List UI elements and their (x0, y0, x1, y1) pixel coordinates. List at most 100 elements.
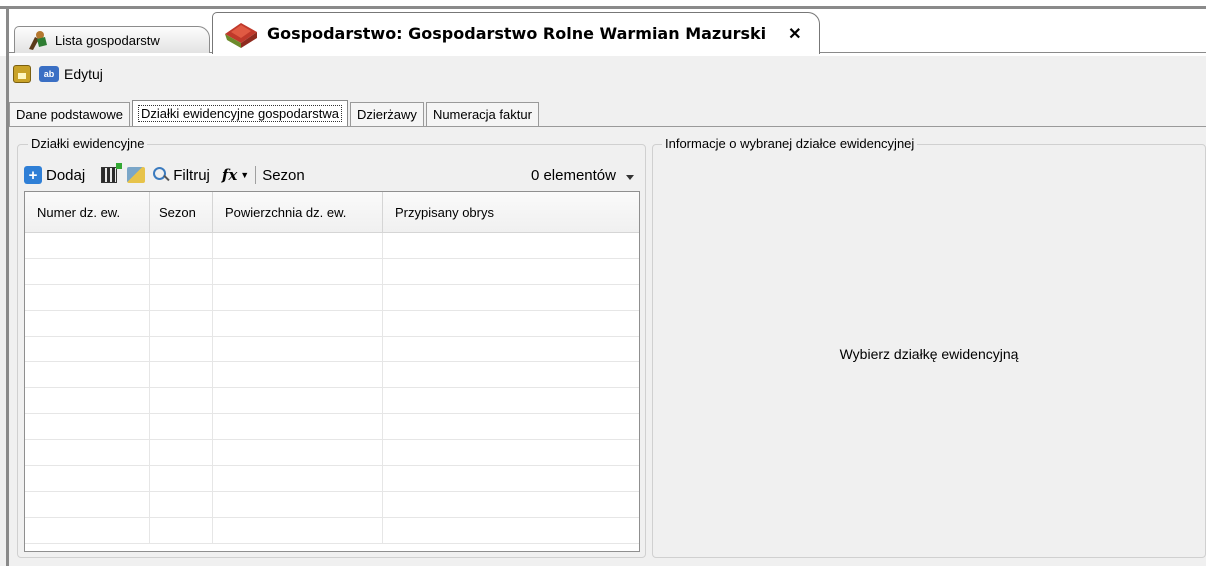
tab-leases-label: Dzierżawy (356, 107, 417, 122)
fx-icon[interactable]: fx (222, 166, 237, 184)
table-cell[interactable] (383, 362, 639, 387)
table-cell[interactable] (213, 466, 383, 491)
main-toolbar: ab Edytuj (9, 56, 1206, 92)
tab-farm-detail[interactable]: Gospodarstwo: Gospodarstwo Rolne Warmian… (212, 12, 820, 54)
table-cell[interactable] (25, 466, 150, 491)
window-top-border (0, 6, 1206, 9)
table-cell[interactable] (25, 517, 150, 543)
toolbar-separator (255, 166, 257, 184)
parcels-grid[interactable]: Numer dz. ew. Sezon Powierzchnia dz. ew.… (24, 191, 640, 552)
table-cell[interactable] (383, 388, 639, 413)
table-row[interactable] (25, 414, 639, 441)
table-cell[interactable] (25, 336, 150, 362)
tab-invoice-numbering-label: Numeracja faktur (432, 107, 532, 122)
table-cell[interactable] (383, 259, 639, 284)
table-cell[interactable] (25, 284, 150, 310)
columns-icon[interactable] (101, 163, 123, 183)
search-icon[interactable] (153, 167, 169, 183)
table-cell[interactable] (213, 258, 383, 284)
table-cell[interactable] (25, 440, 150, 466)
table-cell[interactable] (213, 440, 383, 466)
add-button[interactable]: Dodaj (46, 167, 85, 184)
table-cell[interactable] (383, 285, 639, 310)
edit-button[interactable]: ab Edytuj (39, 66, 103, 82)
table-cell[interactable] (25, 362, 150, 388)
table-cell[interactable] (25, 310, 150, 336)
table-cell[interactable] (150, 310, 213, 336)
table-cell[interactable] (383, 440, 639, 465)
grid-body (25, 233, 639, 544)
filter-button[interactable]: Filtruj (173, 167, 210, 184)
toolbar-overflow-icon[interactable] (626, 169, 634, 181)
table-cell[interactable] (150, 258, 213, 284)
table-cell[interactable] (383, 466, 639, 491)
column-header-season[interactable]: Sezon (150, 192, 213, 232)
tab-leases[interactable]: Dzierżawy (349, 102, 424, 126)
tab-parcels[interactable]: Działki ewidencyjne gospodarstwa (131, 100, 348, 126)
table-cell[interactable] (213, 517, 383, 543)
table-cell[interactable] (25, 233, 150, 258)
table-cell[interactable] (150, 388, 213, 414)
table-row[interactable] (25, 440, 639, 467)
tab-invoice-numbering[interactable]: Numeracja faktur (425, 102, 539, 126)
farmer-icon (29, 31, 47, 50)
column-header-area[interactable]: Powierzchnia dz. ew. (213, 192, 383, 232)
table-cell[interactable] (383, 233, 639, 258)
tab-farm-list[interactable]: Lista gospodarstw (14, 26, 210, 53)
close-icon[interactable]: ✕ (788, 24, 801, 44)
table-row[interactable] (25, 233, 639, 259)
table-cell[interactable] (383, 337, 639, 362)
table-cell[interactable] (150, 336, 213, 362)
chevron-down-icon[interactable]: ▼ (240, 170, 249, 180)
table-row[interactable] (25, 336, 639, 363)
table-cell[interactable] (213, 388, 383, 414)
table-cell[interactable] (150, 414, 213, 440)
select-parcel-placeholder: Wybierz działkę ewidencyjną (839, 346, 1019, 362)
table-cell[interactable] (213, 284, 383, 310)
table-cell[interactable] (150, 517, 213, 543)
tab-basic-data[interactable]: Dane podstawowe (9, 102, 130, 126)
table-cell[interactable] (150, 440, 213, 466)
table-row[interactable] (25, 284, 639, 311)
table-cell[interactable] (150, 491, 213, 517)
column-header-boundary[interactable]: Przypisany obrys (383, 192, 639, 232)
table-cell[interactable] (25, 491, 150, 517)
parcels-group-title: Działki ewidencyjne (28, 136, 148, 151)
season-button[interactable]: Sezon (262, 167, 305, 184)
table-cell[interactable] (25, 388, 150, 414)
table-cell[interactable] (150, 233, 213, 258)
table-cell[interactable] (383, 311, 639, 336)
edit-icon: ab (39, 66, 59, 82)
table-cell[interactable] (150, 284, 213, 310)
table-cell[interactable] (213, 336, 383, 362)
table-row[interactable] (25, 258, 639, 285)
table-cell[interactable] (213, 233, 383, 258)
clear-filter-icon[interactable] (127, 167, 146, 183)
table-cell[interactable] (150, 362, 213, 388)
tab-farm-detail-label: Gospodarstwo: Gospodarstwo Rolne Warmian… (267, 24, 767, 43)
column-header-number[interactable]: Numer dz. ew. (25, 192, 150, 232)
table-cell[interactable] (383, 414, 639, 439)
table-row[interactable] (25, 362, 639, 389)
edit-button-label: Edytuj (64, 66, 103, 82)
lock-button[interactable] (13, 65, 35, 83)
add-icon[interactable]: + (24, 166, 42, 184)
table-cell[interactable] (150, 466, 213, 491)
table-cell[interactable] (213, 414, 383, 440)
table-row[interactable] (25, 517, 639, 544)
table-row[interactable] (25, 388, 639, 415)
table-cell[interactable] (213, 310, 383, 336)
table-cell[interactable] (213, 491, 383, 517)
table-row[interactable] (25, 310, 639, 337)
table-cell[interactable] (383, 492, 639, 517)
table-cell[interactable] (25, 258, 150, 284)
table-row[interactable] (25, 491, 639, 518)
table-row[interactable] (25, 466, 639, 492)
section-tabs: Dane podstawowe Działki ewidencyjne gosp… (9, 100, 541, 126)
section-tabs-baseline (9, 126, 1206, 127)
table-cell[interactable] (383, 518, 639, 543)
tab-basic-data-label: Dane podstawowe (16, 107, 123, 122)
lock-icon (13, 65, 31, 83)
table-cell[interactable] (25, 414, 150, 440)
table-cell[interactable] (213, 362, 383, 388)
